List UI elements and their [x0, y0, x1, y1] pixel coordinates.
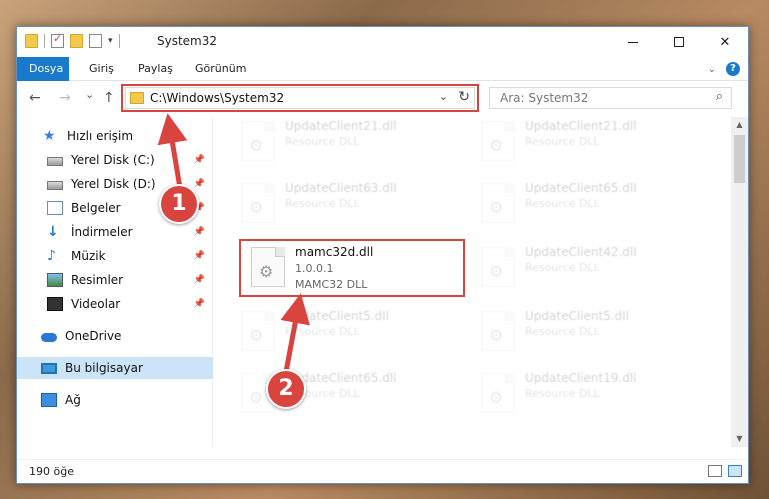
annotation-arrows [157, 113, 310, 373]
step-badge-2: 2 [266, 369, 306, 409]
step-badge-1: 1 [159, 184, 199, 224]
